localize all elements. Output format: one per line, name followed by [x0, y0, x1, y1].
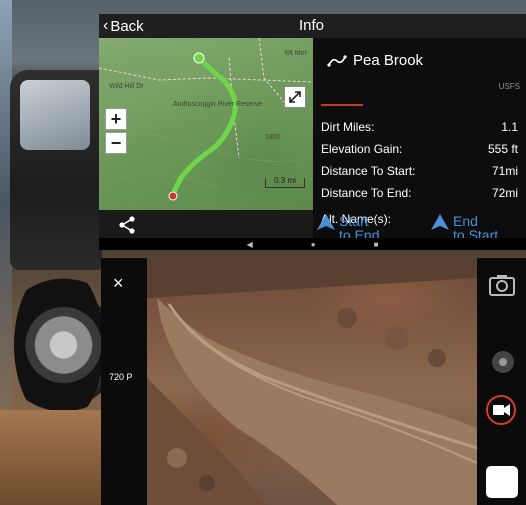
video-mode-icon[interactable]: [485, 394, 517, 431]
photo-mode-icon[interactable]: [491, 350, 515, 379]
map-footer: [99, 210, 313, 238]
title-underline: [321, 104, 363, 106]
route-organization: USFS: [498, 82, 520, 91]
back-nav-icon[interactable]: ◀: [247, 240, 253, 249]
navigation-bar: Start to End End to Start: [313, 213, 526, 242]
chevron-left-icon: ‹: [103, 17, 109, 34]
zoom-in-button[interactable]: +: [105, 108, 127, 130]
back-button[interactable]: ‹ Back: [103, 16, 144, 36]
map-label: Androscoggin River Reserve: [173, 101, 263, 108]
page-title: Info: [299, 17, 325, 34]
camera-screen: × 720 P: [101, 258, 526, 505]
camera-viewfinder[interactable]: [147, 258, 477, 505]
stat-row: Elevation Gain: 555 ft: [321, 142, 518, 156]
home-nav-icon[interactable]: ●: [311, 240, 316, 249]
route-title: Pea Brook: [327, 52, 423, 69]
stat-row: Distance To End: 72mi: [321, 186, 518, 200]
stat-label: Dirt Miles:: [321, 120, 375, 134]
stat-label: Distance To End:: [321, 186, 412, 200]
navigate-arrow-icon: [431, 214, 449, 230]
nav-label: Start: [339, 213, 369, 229]
map-label: Wild Hill Dr: [109, 83, 144, 90]
stat-row: Dirt Miles: 1.1: [321, 120, 518, 134]
composite-screenshot: ‹ Back Info Mt Mor Wild Hill Dr Androsco…: [0, 0, 526, 505]
dirt-road-scene: [147, 258, 477, 505]
resolution-toggle[interactable]: 720 P: [109, 372, 133, 382]
info-screen: ‹ Back Info Mt Mor Wild Hill Dr Androsco…: [99, 14, 526, 250]
close-button[interactable]: ×: [113, 274, 124, 292]
camera-switch-icon[interactable]: [489, 274, 515, 301]
stat-value: 71mi: [491, 164, 518, 178]
map-scale: 0.3 mi: [265, 177, 305, 188]
route-end-marker: [168, 191, 178, 201]
route-start-marker: [193, 52, 205, 64]
android-nav-bar: ◀ ● ■: [99, 238, 526, 250]
route-icon: [327, 54, 347, 67]
shutter-button[interactable]: [486, 466, 518, 498]
share-icon: [119, 216, 135, 234]
camera-left-panel: × 720 P: [101, 258, 147, 505]
fullscreen-button[interactable]: [284, 86, 306, 108]
stat-row: Distance To Start: 71mi: [321, 164, 518, 178]
stat-value: 72mi: [491, 186, 518, 200]
expand-icon: [289, 91, 301, 103]
map-label: Mt Mor: [285, 50, 307, 57]
stat-value: 555 ft: [487, 142, 518, 156]
share-button[interactable]: [117, 215, 137, 235]
jeep-wheel: [14, 265, 104, 425]
camera-right-panel: [477, 258, 526, 505]
nav-label: End: [453, 213, 478, 229]
trail-map[interactable]: Mt Mor Wild Hill Dr Androscoggin River R…: [99, 38, 313, 210]
route-name: Pea Brook: [353, 52, 424, 69]
info-header: ‹ Back Info: [99, 14, 526, 38]
navigate-arrow-icon: [317, 214, 335, 230]
map-label: 1800: [265, 134, 281, 141]
stat-label: Elevation Gain:: [321, 142, 403, 156]
route-line: [170, 55, 238, 199]
ground: [0, 410, 110, 505]
recents-nav-icon[interactable]: ■: [374, 240, 379, 249]
route-details: Pea Brook USFS Dirt Miles: 1.1 Elevation…: [313, 38, 526, 242]
zoom-out-button[interactable]: −: [105, 132, 127, 154]
stat-value: 1.1: [501, 120, 518, 134]
jeep-window: [20, 80, 90, 150]
stat-label: Distance To Start:: [321, 164, 416, 178]
back-label: Back: [110, 17, 144, 35]
